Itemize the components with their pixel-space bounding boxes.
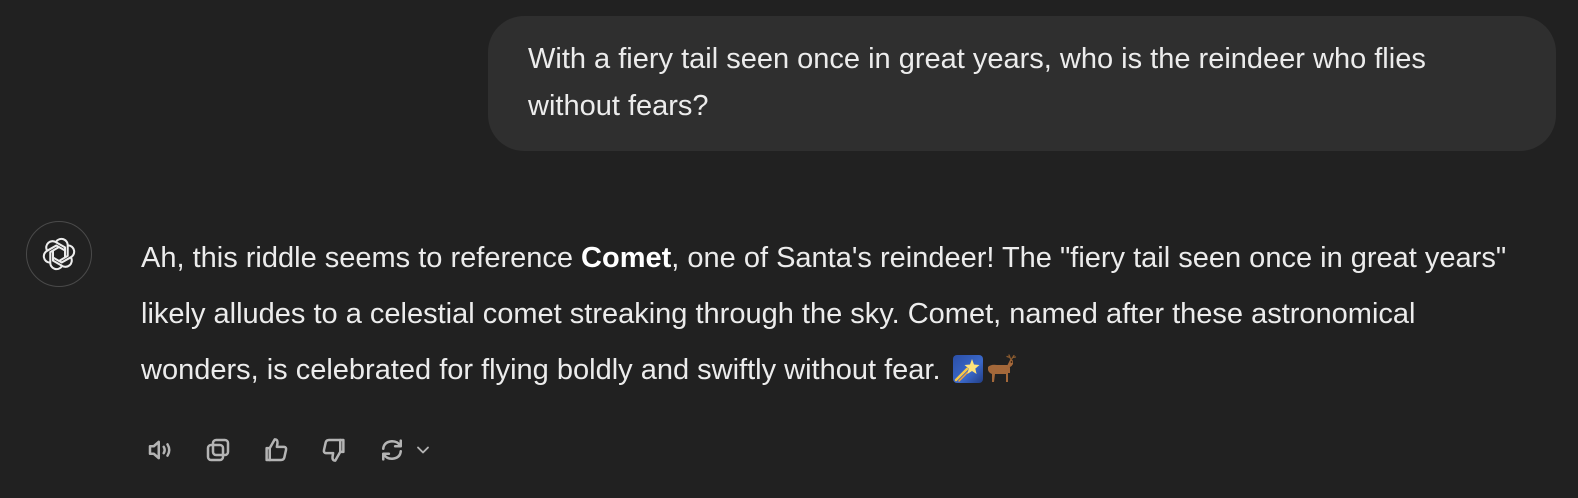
copy-button[interactable] [198,430,238,470]
chevron-down-icon [417,446,429,454]
message-actions-bar [140,430,434,470]
regenerate-button[interactable] [372,430,412,470]
shooting-star-emoji-icon [952,355,983,383]
bad-response-button[interactable] [314,430,354,470]
user-message-bubble: With a fiery tail seen once in great yea… [488,16,1556,151]
read-aloud-button[interactable] [140,430,180,470]
thumbs-up-icon [265,438,288,462]
chat-page: With a fiery tail seen once in great yea… [0,0,1578,498]
assistant-message-text: Ah, this riddle seems to reference Comet… [141,230,1521,398]
thumbs-down-icon [322,438,345,462]
user-message-text: With a fiery tail seen once in great yea… [528,43,1426,122]
regenerate-control[interactable] [372,430,434,470]
refresh-icon [382,439,402,461]
openai-logo-icon [42,237,76,271]
speaker-icon [148,440,171,460]
assistant-avatar [26,221,92,287]
deer-emoji-icon [987,354,1016,382]
good-response-button[interactable] [256,430,296,470]
assistant-text-before-bold: Ah, this riddle seems to reference [141,242,582,274]
model-switch-dropdown[interactable] [412,430,434,470]
assistant-bold-answer: Comet [581,242,672,274]
copy-icon [206,438,230,462]
